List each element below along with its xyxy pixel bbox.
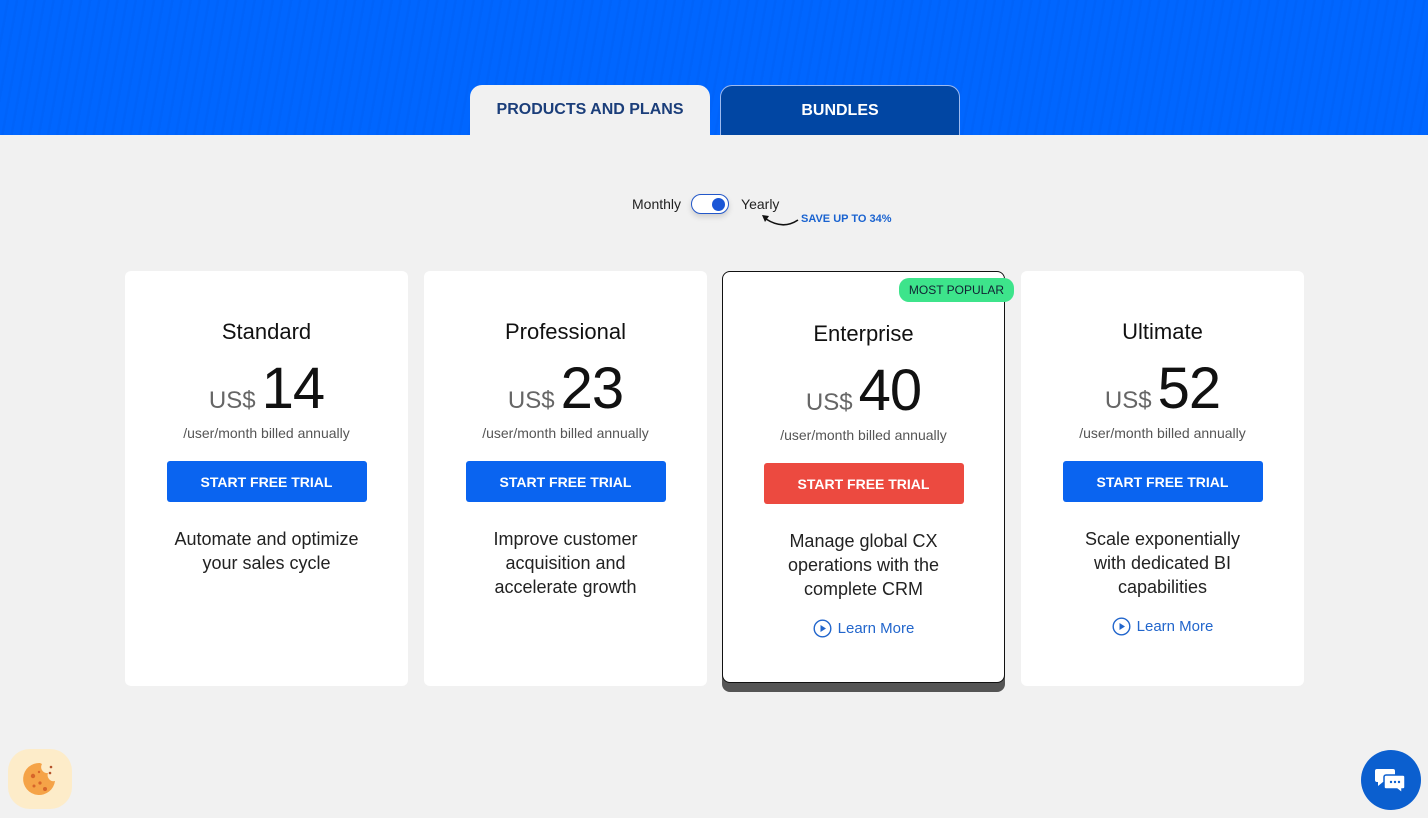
hero-banner xyxy=(0,0,1428,135)
billing-switch[interactable] xyxy=(691,194,730,214)
price-amount: 14 xyxy=(261,356,326,421)
play-circle-icon xyxy=(813,619,832,638)
billing-note: /user/month billed annually xyxy=(482,425,649,441)
chat-widget-button[interactable] xyxy=(1361,750,1421,810)
plan-name: Enterprise xyxy=(813,321,914,346)
plan-card-standard: Standard US$ 14 /user/month billed annua… xyxy=(125,271,408,686)
currency: US$ xyxy=(507,387,555,414)
most-popular-badge: MOST POPULAR xyxy=(898,278,1014,302)
cookie-icon xyxy=(23,762,55,795)
learn-more-label: Learn More xyxy=(1136,618,1214,635)
plan-description: Scale exponentially with dedicated BI ca… xyxy=(1084,529,1241,597)
plan-name: Professional xyxy=(504,319,627,344)
billing-note: /user/month billed annually xyxy=(1079,425,1246,441)
start-free-trial-button[interactable]: START FREE TRIAL xyxy=(166,461,367,502)
chat-icon xyxy=(1375,769,1406,795)
plan-name: Ultimate xyxy=(1122,319,1203,344)
price: US$ 40 xyxy=(723,361,1004,421)
currency: US$ xyxy=(1104,387,1152,414)
curved-arrow-icon xyxy=(762,215,799,226)
tab-bundles[interactable]: BUNDLES xyxy=(720,85,960,135)
billing-note: /user/month billed annually xyxy=(780,427,947,443)
plan-description: Automate and optimize your sales cycle xyxy=(174,529,359,573)
plan-card-professional: Professional US$ 23 /user/month billed a… xyxy=(424,271,707,686)
plan-card-ultimate: Ultimate US$ 52 /user/month billed annua… xyxy=(1021,271,1304,686)
monthly-label[interactable]: Monthly xyxy=(632,196,681,212)
save-promo: SAVE UP TO 34% xyxy=(801,213,892,225)
billing-note: /user/month billed annually xyxy=(183,425,350,441)
learn-more-link[interactable]: Learn More xyxy=(813,619,915,638)
plan-description: Improve customer acquisition and acceler… xyxy=(493,529,638,597)
play-circle-icon xyxy=(1112,617,1131,636)
price: US$ 23 xyxy=(424,359,707,419)
switch-knob xyxy=(712,197,726,211)
cookie-consent-button[interactable] xyxy=(8,749,72,809)
start-free-trial-button[interactable]: START FREE TRIAL xyxy=(1062,461,1263,502)
price-amount: 40 xyxy=(858,358,923,423)
learn-more-label: Learn More xyxy=(837,620,915,637)
plan-description: Manage global CX operations with the com… xyxy=(787,531,940,599)
tab-products-and-plans[interactable]: PRODUCTS AND PLANS xyxy=(470,85,710,135)
price: US$ 14 xyxy=(125,359,408,419)
currency: US$ xyxy=(208,387,256,414)
price-amount: 52 xyxy=(1157,356,1222,421)
plan-card-enterprise: MOST POPULAR Enterprise US$ 40 /user/mon… xyxy=(722,271,1014,683)
price-amount: 23 xyxy=(560,356,625,421)
price: US$ 52 xyxy=(1021,359,1304,419)
start-free-trial-button[interactable]: START FREE TRIAL xyxy=(465,461,666,502)
start-free-trial-button[interactable]: START FREE TRIAL xyxy=(763,463,964,504)
currency: US$ xyxy=(805,389,853,416)
learn-more-link[interactable]: Learn More xyxy=(1112,617,1214,636)
plan-name: Standard xyxy=(221,319,312,344)
